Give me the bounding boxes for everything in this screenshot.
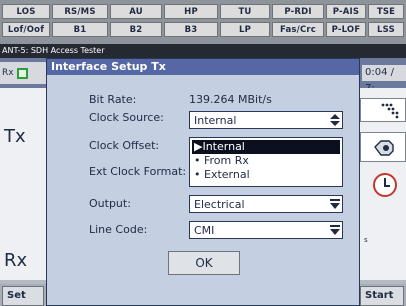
signal-panel-top <box>360 98 406 122</box>
alarm-led-plof: P-LOF <box>326 22 366 37</box>
alarm-led-prdi: P-RDI <box>272 4 324 19</box>
window-title: ANT-5: SDH Access Tester <box>0 44 406 58</box>
alarm-led-lofoof: Lof/Oof <box>2 22 50 37</box>
alarm-led-b1: B1 <box>52 22 108 37</box>
bullet-icon: • <box>194 168 204 181</box>
ext-clock-format-label: Ext Clock Format: <box>89 165 187 178</box>
connector-icon <box>374 140 394 156</box>
output-select[interactable]: Electrical <box>189 195 343 213</box>
clock-source-label: Clock Source: <box>89 111 164 124</box>
dropdown-icon[interactable] <box>330 198 340 210</box>
alarm-led-b2: B2 <box>110 22 162 37</box>
output-label: Output: <box>89 197 131 210</box>
line-code-value: CMI <box>194 224 215 237</box>
alarm-led-pais: P-AIS <box>326 4 366 19</box>
rx-tab[interactable]: Rx <box>0 62 46 84</box>
output-value: Electrical <box>194 198 245 211</box>
dropdown-icon[interactable] <box>330 224 340 236</box>
line-code-label: Line Code: <box>89 223 148 236</box>
ok-button[interactable]: OK <box>168 251 240 275</box>
signal-panel-mid <box>360 132 406 162</box>
bit-rate-value: 139.264 MBit/s <box>189 93 272 106</box>
rx-status-icon <box>16 67 28 79</box>
interface-setup-dialog: Interface Setup Tx Bit Rate: 139.264 MBi… <box>46 58 360 306</box>
bit-rate-label: Bit Rate: <box>89 93 137 106</box>
start-button[interactable]: Start <box>360 286 404 306</box>
option-external[interactable]: • External <box>192 168 340 182</box>
alarm-led-lss: LSS <box>368 22 404 37</box>
alarm-led-rsms: RS/MS <box>52 4 108 19</box>
alarm-led-b3: B3 <box>164 22 218 37</box>
clock-source-icon <box>373 173 397 197</box>
clock-offset-label: Clock Offset: <box>89 139 160 152</box>
alarm-led-fascrc: Fas/Crc <box>272 22 324 37</box>
bullet-icon: • <box>194 154 204 167</box>
set-button[interactable]: Set <box>2 286 44 306</box>
alarm-led-hp: HP <box>164 4 218 19</box>
alarm-led-au: AU <box>110 4 162 19</box>
spinner-updown-icon[interactable] <box>330 114 340 126</box>
clock-source-select[interactable]: Internal <box>189 111 343 129</box>
dialog-title: Interface Setup Tx <box>47 59 359 75</box>
option-from-rx[interactable]: • From Rx <box>192 154 340 168</box>
tx-label: Tx <box>4 126 26 147</box>
clock-source-options-list[interactable]: ▶Internal • From Rx • External <box>189 137 343 187</box>
clock-source-value: Internal <box>194 114 237 127</box>
alarm-led-lp: LP <box>220 22 270 37</box>
signal-dots-icon <box>381 103 399 119</box>
time-readout: 0:04 / 7: <box>362 65 406 94</box>
side-fragment-s: s <box>364 236 368 244</box>
line-code-select[interactable]: CMI <box>189 221 343 239</box>
alarm-led-los: LOS <box>2 4 50 19</box>
rx-tab-label: Rx <box>2 68 14 78</box>
alarm-led-tse: TSE <box>368 4 404 19</box>
rx-label: Rx <box>4 250 28 271</box>
alarm-led-tu: TU <box>220 4 270 19</box>
alarm-led-panel: LOS RS/MS AU HP TU P-RDI P-AIS TSE Lof/O… <box>0 0 406 44</box>
option-internal[interactable]: ▶Internal <box>192 140 340 154</box>
